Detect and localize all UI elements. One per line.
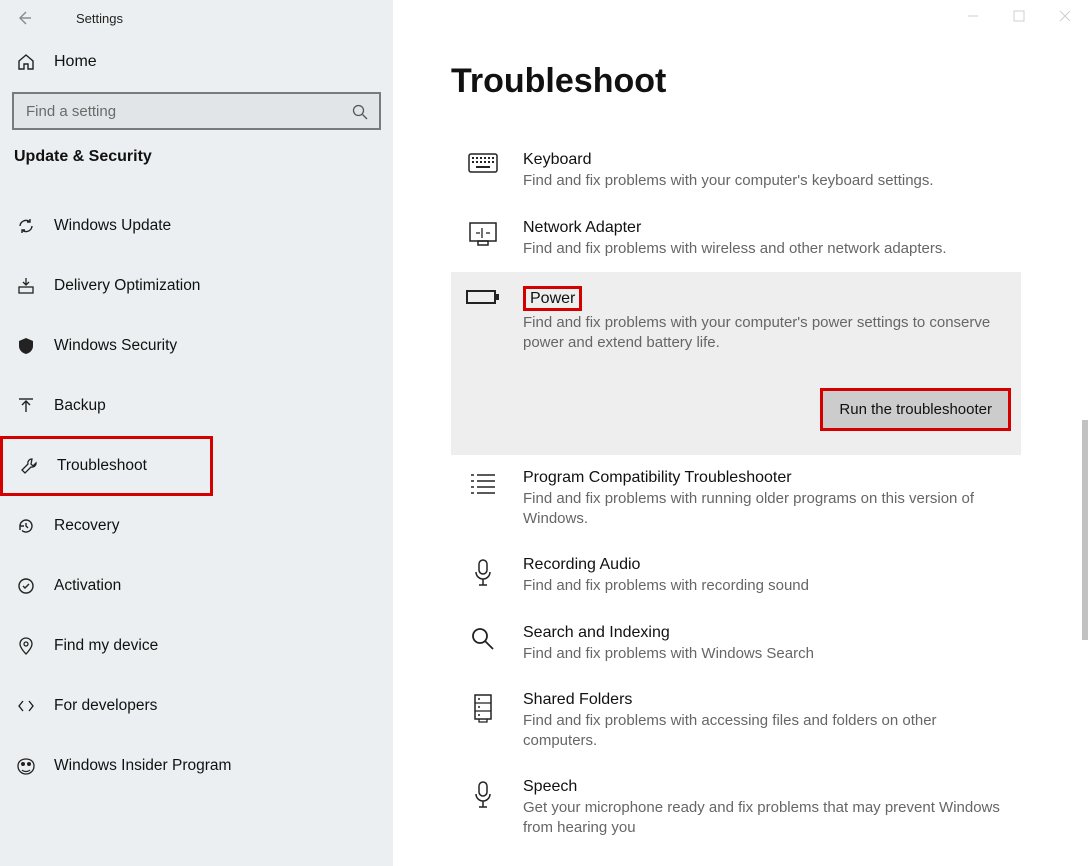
search-icon (465, 624, 501, 664)
sidebar-item-label: Windows Security (54, 337, 177, 355)
close-button[interactable] (1042, 0, 1088, 32)
maximize-button[interactable] (996, 0, 1042, 32)
location-icon (16, 636, 36, 656)
sidebar-item-for-developers[interactable]: For developers (0, 676, 393, 736)
download-box-icon (16, 276, 36, 296)
sidebar-item-activation[interactable]: Activation (0, 556, 393, 616)
sidebar-item-label: Activation (54, 577, 121, 595)
sidebar-item-backup[interactable]: Backup (0, 376, 393, 436)
sidebar-item-find-my-device[interactable]: Find my device (0, 616, 393, 676)
troubleshooter-name: Speech (523, 778, 1011, 796)
sidebar-item-label: Windows Update (54, 217, 171, 235)
upload-icon (16, 396, 36, 416)
troubleshooter-program-compatibility[interactable]: Program Compatibility Troubleshooter Fin… (451, 455, 1021, 542)
sidebar-item-recovery[interactable]: Recovery (0, 496, 393, 556)
list-icon (465, 469, 501, 528)
insider-icon (16, 756, 36, 776)
battery-icon (465, 286, 501, 431)
minimize-button[interactable] (950, 0, 996, 32)
microphone-icon (465, 778, 501, 837)
sidebar-item-windows-update[interactable]: Windows Update (0, 196, 393, 256)
microphone-icon (465, 556, 501, 596)
minimize-icon (967, 10, 979, 22)
sidebar-item-label: Windows Insider Program (54, 757, 231, 775)
sidebar-item-label: Troubleshoot (57, 457, 147, 475)
check-circle-icon (16, 576, 36, 596)
home-icon (16, 52, 36, 72)
troubleshooter-name: Search and Indexing (523, 624, 1011, 642)
sync-icon (16, 216, 36, 236)
sidebar-item-delivery-optimization[interactable]: Delivery Optimization (0, 256, 393, 316)
sidebar: Settings Home Update & Security Windo (0, 0, 393, 866)
sidebar-item-windows-security[interactable]: Windows Security (0, 316, 393, 376)
titlebar: Settings (0, 0, 393, 36)
troubleshooter-name: Shared Folders (523, 691, 1011, 709)
sidebar-item-troubleshoot[interactable]: Troubleshoot (0, 436, 213, 496)
search-container (12, 92, 381, 130)
home-label: Home (54, 53, 97, 71)
sidebar-item-label: Delivery Optimization (54, 277, 200, 295)
troubleshooter-desc: Find and fix problems with wireless and … (523, 239, 1011, 259)
troubleshooter-power[interactable]: Power Find and fix problems with your co… (451, 272, 1021, 455)
sidebar-item-label: For developers (54, 697, 157, 715)
troubleshooter-shared-folders[interactable]: Shared Folders Find and fix problems wit… (451, 677, 1021, 764)
back-button[interactable] (0, 0, 48, 36)
arrow-left-icon (16, 10, 32, 26)
scrollbar-thumb[interactable] (1082, 420, 1088, 640)
server-icon (465, 691, 501, 750)
troubleshooter-desc: Get your microphone ready and fix proble… (523, 798, 1011, 837)
search-box[interactable] (12, 92, 381, 130)
sidebar-item-label: Find my device (54, 637, 158, 655)
sidebar-item-home[interactable]: Home (0, 36, 393, 82)
close-icon (1059, 10, 1071, 22)
troubleshooter-desc: Find and fix problems with accessing fil… (523, 711, 1011, 750)
troubleshooter-name: Program Compatibility Troubleshooter (523, 469, 1011, 487)
troubleshooter-desc: Find and fix problems with your computer… (523, 313, 1011, 352)
maximize-icon (1013, 10, 1025, 22)
troubleshooter-desc: Find and fix problems with your computer… (523, 171, 1011, 191)
troubleshooter-name: Recording Audio (523, 556, 1011, 574)
window-controls (950, 0, 1088, 32)
troubleshooter-name: Network Adapter (523, 219, 1011, 237)
sidebar-item-label: Backup (54, 397, 106, 415)
keyboard-icon (465, 151, 501, 191)
troubleshooter-desc: Find and fix problems with running older… (523, 489, 1011, 528)
shield-icon (16, 336, 36, 356)
troubleshooter-speech[interactable]: Speech Get your microphone ready and fix… (451, 764, 1021, 851)
search-icon (351, 103, 369, 121)
troubleshooter-network-adapter[interactable]: Network Adapter Find and fix problems wi… (451, 205, 1021, 273)
sidebar-item-windows-insider[interactable]: Windows Insider Program (0, 736, 393, 796)
sidebar-item-label: Recovery (54, 517, 119, 535)
troubleshooter-keyboard[interactable]: Keyboard Find and fix problems with your… (451, 137, 1021, 205)
troubleshooter-desc: Find and fix problems with Windows Searc… (523, 644, 1011, 664)
troubleshooter-list: Keyboard Find and fix problems with your… (451, 137, 1021, 851)
troubleshooter-desc: Find and fix problems with recording sou… (523, 576, 1011, 596)
app-title: Settings (76, 11, 123, 26)
troubleshooter-name: Power (523, 286, 582, 311)
run-troubleshooter-button[interactable]: Run the troubleshooter (820, 388, 1011, 431)
content-area: Troubleshoot Keyboard Find and fix probl… (393, 0, 1088, 866)
wrench-icon (19, 456, 39, 476)
settings-window: Settings Home Update & Security Windo (0, 0, 1088, 866)
page-title: Troubleshoot (451, 62, 1088, 101)
history-icon (16, 516, 36, 536)
code-icon (16, 696, 36, 716)
troubleshooter-search-indexing[interactable]: Search and Indexing Find and fix problem… (451, 610, 1021, 678)
sidebar-nav: Windows Update Delivery Optimization Win… (0, 196, 393, 796)
troubleshooter-recording-audio[interactable]: Recording Audio Find and fix problems wi… (451, 542, 1021, 610)
section-title: Update & Security (0, 148, 393, 174)
search-input[interactable] (26, 103, 341, 120)
network-adapter-icon (465, 219, 501, 259)
troubleshooter-name: Keyboard (523, 151, 1011, 169)
